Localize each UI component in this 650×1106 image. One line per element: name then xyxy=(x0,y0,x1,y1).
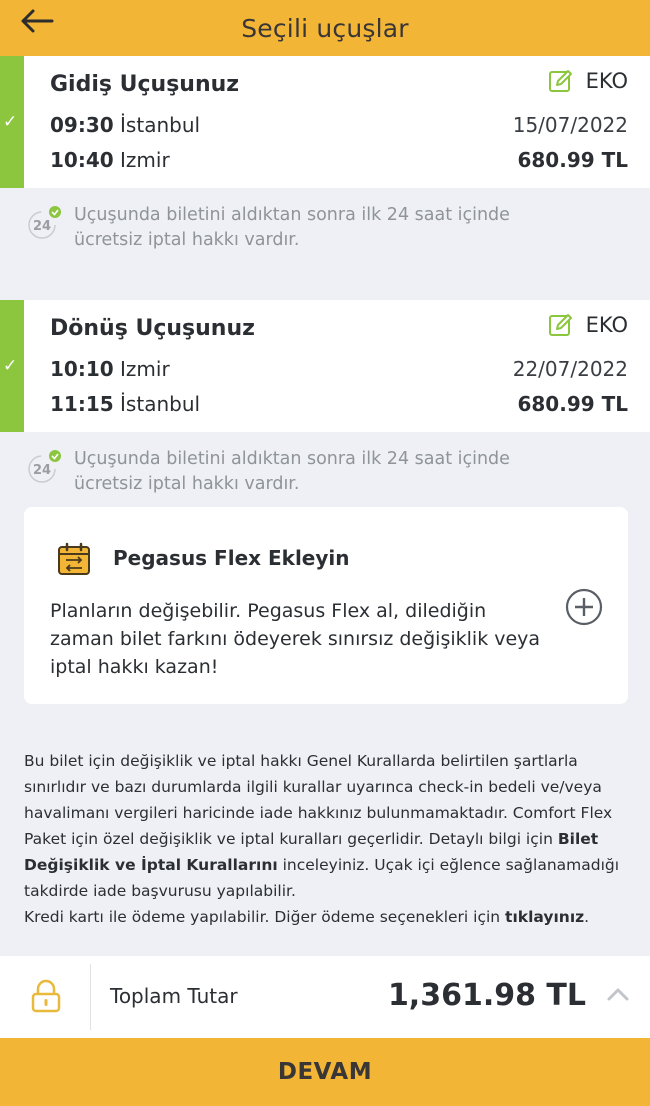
departure-row: 10:10 Izmir xyxy=(50,357,170,381)
selected-indicator: ✓ xyxy=(0,56,24,188)
arrival-time: 11:15 xyxy=(50,392,114,416)
payment-text: Kredi kartı ile ödeme yapılabilir. Diğer… xyxy=(24,908,506,926)
arrival-city: Izmir xyxy=(120,148,170,172)
total-amount: 1,361.98 TL xyxy=(387,978,586,1013)
24h-cancel-icon: 24 xyxy=(28,206,61,239)
payment-text-end: . xyxy=(584,908,590,926)
notice-text: Uçuşunda biletini aldıktan sonra ilk 24 … xyxy=(74,447,614,497)
check-icon: ✓ xyxy=(3,356,18,376)
24-badge-text: 24 xyxy=(33,219,51,234)
payment-options-link[interactable]: tıklayınız xyxy=(505,908,584,926)
arrival-row: 10:40 Izmir xyxy=(50,148,170,172)
flight-date: 22/07/2022 xyxy=(512,357,628,381)
departure-city: İstanbul xyxy=(120,113,201,137)
notice-line: Uçuşunda biletini aldıktan sonra ilk 24 … xyxy=(74,205,510,225)
departure-time: 10:10 xyxy=(50,357,114,381)
arrival-row: 11:15 İstanbul xyxy=(50,392,200,416)
page-title: Seçili uçuşlar xyxy=(241,13,409,43)
24h-cancel-icon: 24 xyxy=(28,450,61,483)
calendar-swap-icon xyxy=(58,542,90,575)
arrival-time: 10:40 xyxy=(50,148,114,172)
flight-price: 680.99 TL xyxy=(517,148,628,172)
flex-addon-card[interactable]: Pegasus Flex Ekleyin Planların değişebil… xyxy=(24,507,628,704)
departure-city: Izmir xyxy=(120,357,170,381)
check-icon: ✓ xyxy=(3,112,18,132)
fare-class[interactable]: EKO xyxy=(548,312,628,338)
notice-text: Uçuşunda biletini aldıktan sonra ilk 24 … xyxy=(74,203,614,253)
return-title: Dönüş Uçuşunuz xyxy=(50,316,255,341)
rules-text: Bu bilet için değişiklik ve iptal hakkı … xyxy=(24,752,613,848)
arrival-city: İstanbul xyxy=(120,392,201,416)
fare-class-label: EKO xyxy=(585,69,628,93)
selected-indicator: ✓ xyxy=(0,300,24,432)
24-badge-text: 24 xyxy=(33,463,51,478)
back-arrow-icon[interactable] xyxy=(20,8,54,34)
departure-row: 09:30 İstanbul xyxy=(50,113,200,137)
flex-title: Pegasus Flex Ekleyin xyxy=(113,546,350,570)
divider xyxy=(90,964,91,1030)
continue-button[interactable]: DEVAM xyxy=(0,1038,650,1106)
outbound-title: Gidiş Uçuşunuz xyxy=(50,72,240,97)
flight-date: 15/07/2022 xyxy=(512,113,628,137)
edit-icon[interactable] xyxy=(548,312,574,338)
total-label: Toplam Tutar xyxy=(110,984,238,1008)
top-bar: Seçili uçuşlar xyxy=(0,0,650,56)
fare-class-label: EKO xyxy=(585,313,628,337)
flex-description: Planların değişebilir. Pegasus Flex al, … xyxy=(50,600,541,678)
total-summary-bar[interactable]: Toplam Tutar 1,361.98 TL xyxy=(0,956,650,1038)
outbound-flight-card[interactable]: ✓ Gidiş Uçuşunuz EKO 09:30 İstanbul 15/0… xyxy=(0,56,650,188)
notice-line: ücretsiz iptal hakkı vardır. xyxy=(74,230,300,250)
lock-icon xyxy=(31,979,61,1013)
flight-price: 680.99 TL xyxy=(517,392,628,416)
add-circle-icon[interactable] xyxy=(565,588,603,626)
departure-time: 09:30 xyxy=(50,113,114,137)
return-flight-card[interactable]: ✓ Dönüş Uçuşunuz EKO 10:10 Izmir 22/07/2… xyxy=(0,300,650,432)
ticket-rules-text: Bu bilet için değişiklik ve iptal hakkı … xyxy=(24,748,630,930)
free-cancel-notice: 24 Uçuşunda biletini aldıktan sonra ilk … xyxy=(24,203,624,263)
notice-line: Uçuşunda biletini aldıktan sonra ilk 24 … xyxy=(74,449,510,469)
notice-line: ücretsiz iptal hakkı vardır. xyxy=(74,474,300,494)
edit-icon[interactable] xyxy=(548,68,574,94)
free-cancel-notice: 24 Uçuşunda biletini aldıktan sonra ilk … xyxy=(24,447,624,507)
fare-class[interactable]: EKO xyxy=(548,68,628,94)
chevron-up-icon[interactable] xyxy=(606,986,630,1002)
